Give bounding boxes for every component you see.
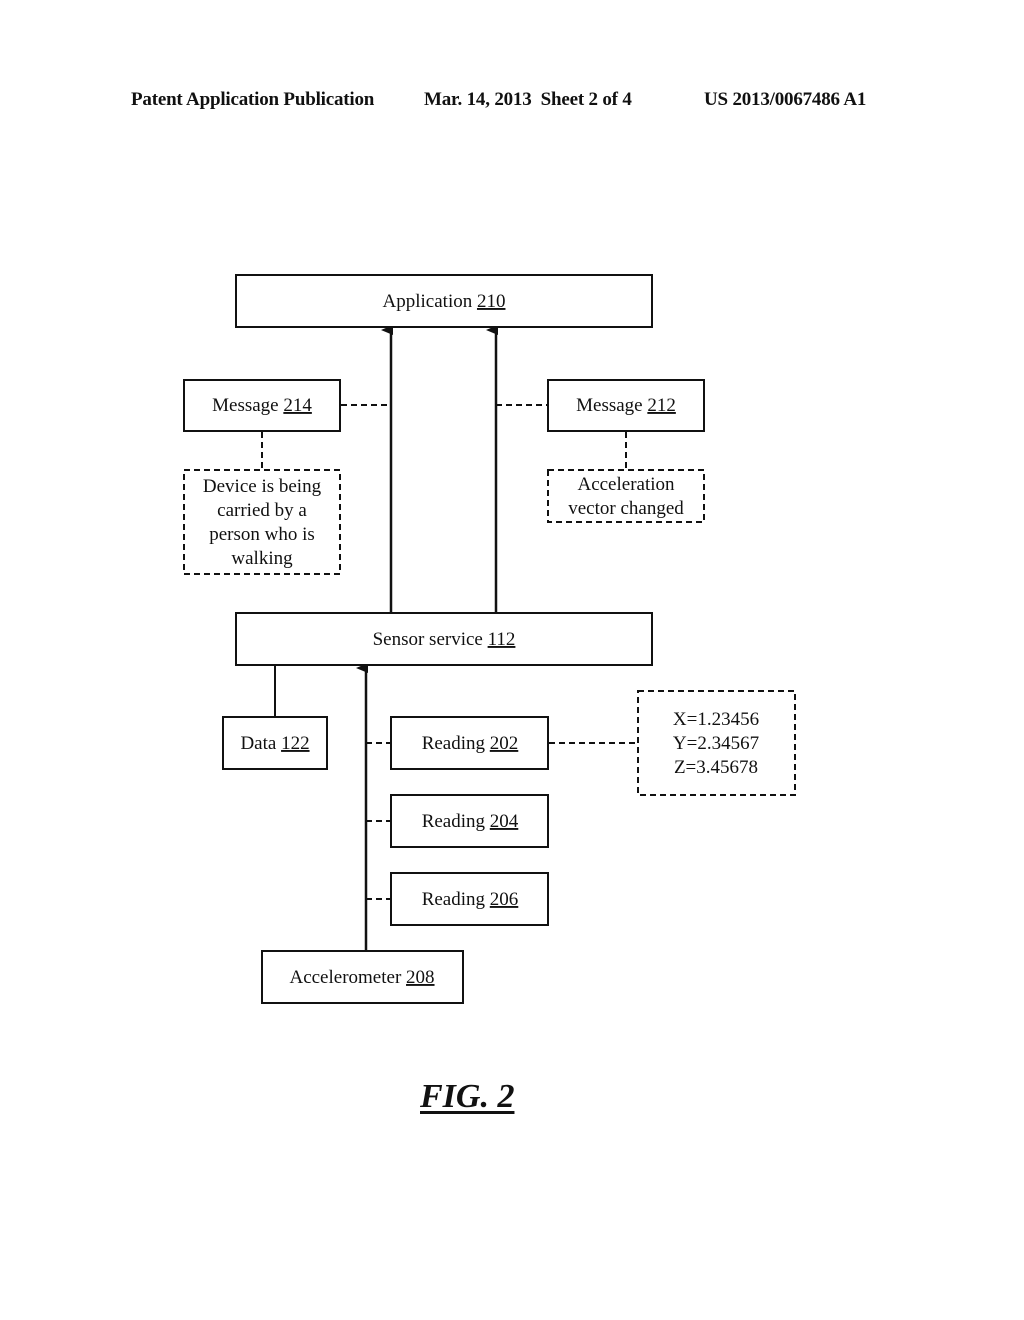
note-212-box: Acceleration vector changed [547,469,705,523]
svg-text:Message 214: Message 214 [212,395,312,416]
reading-206-label: Reading [422,889,486,910]
reading-value-x: X=1.23456 [673,709,759,730]
note-212-line: vector changed [568,498,684,519]
svg-text:Sensor service 112: Sensor service 112 [373,629,516,650]
sensor-service-ref: 112 [488,629,516,650]
reading-204-label: Reading [422,811,486,832]
message-214-label: Message [212,395,278,416]
svg-text:Reading 206: Reading 206 [422,889,519,910]
message-214-box: Message 214 [183,379,341,432]
data-box: Data 122 [222,716,328,770]
note-214-line: carried by a [217,500,307,521]
svg-text:Accelerometer 208: Accelerometer 208 [289,967,434,988]
accelerometer-ref: 208 [406,967,435,988]
message-212-label: Message [576,395,642,416]
data-label: Data [240,733,276,754]
reading-202-box: Reading 202 [390,716,549,770]
note-214-box: Device is being carried by a person who … [183,469,341,575]
reading-value-z: Z=3.45678 [674,757,758,778]
note-214-line: person who is [209,524,315,545]
reading-values-box: X=1.23456 Y=2.34567 Z=3.45678 [637,690,796,796]
application-label: Application [383,291,473,312]
note-214-line: walking [231,548,293,569]
message-214-ref: 214 [283,395,312,416]
reading-202-label: Reading [422,733,486,754]
svg-text:Reading 204: Reading 204 [422,811,519,832]
message-212-ref: 212 [647,395,676,416]
reading-206-box: Reading 206 [390,872,549,926]
reading-206-ref: 206 [490,889,519,910]
application-box: Application 210 [235,274,653,328]
accelerometer-label: Accelerometer [289,967,401,988]
reading-204-box: Reading 204 [390,794,549,848]
svg-text:Application 210: Application 210 [383,291,506,312]
svg-text:Reading 202: Reading 202 [422,733,519,754]
data-ref: 122 [281,733,310,754]
reading-204-ref: 204 [490,811,519,832]
application-ref: 210 [477,291,506,312]
svg-text:Message 212: Message 212 [576,395,676,416]
reading-value-y: Y=2.34567 [673,733,759,754]
figure-label: FIG. 2 [420,1078,515,1115]
message-212-box: Message 212 [547,379,705,432]
reading-202-ref: 202 [490,733,519,754]
sensor-service-label: Sensor service [373,629,483,650]
block-diagram: Application 210 Message 214 Message 212 … [183,274,796,1004]
sensor-service-box: Sensor service 112 [235,612,653,666]
svg-text:Data 122: Data 122 [240,733,309,754]
note-214-line: Device is being [203,476,322,497]
note-212-line: Acceleration [577,474,675,495]
accelerometer-box: Accelerometer 208 [261,950,464,1004]
